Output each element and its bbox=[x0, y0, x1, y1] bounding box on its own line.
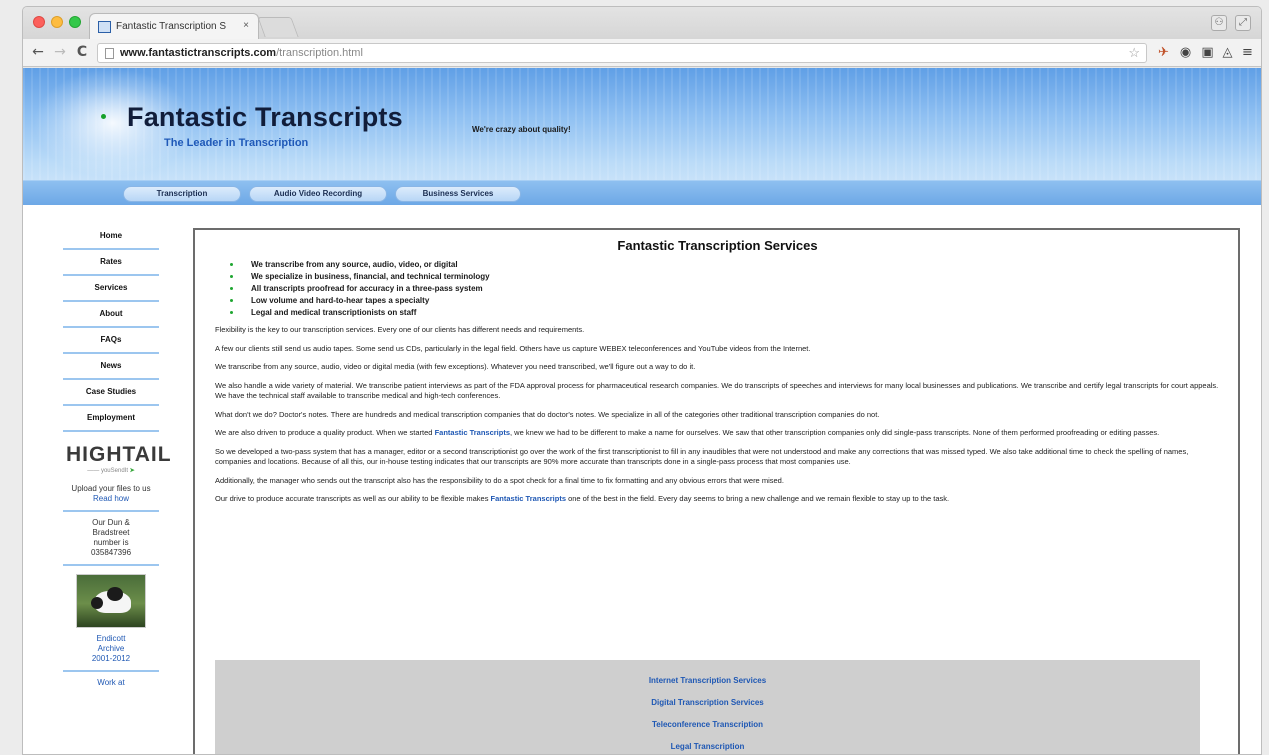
service-link-teleconference[interactable]: Teleconference Transcription bbox=[215, 714, 1200, 736]
feature-list: We transcribe from any source, audio, vi… bbox=[229, 259, 1220, 319]
duns-line-1: Our Dun & bbox=[92, 518, 130, 527]
fullscreen-icon[interactable]: ⤢ bbox=[1235, 15, 1251, 31]
archive-link-line-1[interactable]: Endicott bbox=[45, 634, 177, 644]
nav-tab-audio-video-recording[interactable]: Audio Video Recording bbox=[249, 186, 387, 202]
profile-icon[interactable]: ⚇ bbox=[1211, 15, 1227, 31]
bookmark-star-icon[interactable]: ☆ bbox=[1128, 45, 1140, 61]
extension-shield-icon[interactable]: ◬ bbox=[1219, 44, 1236, 61]
paragraph-drive-text-a: Our drive to produce accurate transcript… bbox=[215, 494, 491, 503]
back-button[interactable]: ← bbox=[29, 43, 47, 61]
reload-button[interactable]: C bbox=[73, 43, 91, 61]
sidebar-divider bbox=[63, 510, 159, 512]
feature-item: All transcripts proofread for accuracy i… bbox=[229, 283, 1220, 295]
feature-item: We transcribe from any source, audio, vi… bbox=[229, 259, 1220, 271]
service-link-internet[interactable]: Internet Transcription Services bbox=[215, 670, 1200, 692]
extension-square-icon[interactable]: ▣ bbox=[1199, 44, 1216, 61]
url-domain: www.fantastictranscripts.com bbox=[120, 47, 277, 59]
fantastic-transcripts-link[interactable]: Fantastic Transcripts bbox=[435, 428, 510, 437]
feature-item: Low volume and hard-to-hear tapes a spec… bbox=[229, 295, 1220, 307]
sidebar-link-case-studies[interactable]: Case Studies bbox=[63, 380, 159, 406]
paragraph-doctors-notes: What don't we do? Doctor's notes. There … bbox=[215, 409, 880, 419]
extension-bird-icon[interactable]: ✈ bbox=[1155, 44, 1172, 61]
paragraph-manager: Additionally, the manager who sends out … bbox=[215, 475, 784, 485]
main-content: Fantastic Transcription Services We tran… bbox=[193, 228, 1240, 754]
hightail-arrow-icon: ➤ bbox=[129, 468, 135, 474]
browser-toolbar: ← → C www.fantastictranscripts.com/trans… bbox=[23, 39, 1261, 67]
forward-button[interactable]: → bbox=[51, 43, 69, 61]
browser-tab[interactable]: Fantastic Transcription S × bbox=[89, 13, 259, 39]
tab-close-icon[interactable]: × bbox=[243, 20, 249, 31]
sidebar-link-about[interactable]: About bbox=[63, 302, 159, 328]
site-title[interactable]: Fantastic Transcripts bbox=[127, 102, 403, 133]
address-bar[interactable]: www.fantastictranscripts.com/transcripti… bbox=[97, 43, 1147, 63]
upload-text: Upload your files to us bbox=[71, 484, 151, 493]
url-path: /transcription.html bbox=[276, 47, 363, 59]
paragraph-drive: Our drive to produce accurate transcript… bbox=[215, 494, 1220, 505]
hightail-sub: —— youSendIt ➤ bbox=[66, 467, 156, 474]
archive-link-line-3[interactable]: 2001-2012 bbox=[45, 654, 177, 664]
sidebar: Home Rates Services About FAQs News Case… bbox=[45, 224, 177, 688]
site-banner: Fantastic Transcripts The Leader in Tran… bbox=[23, 68, 1261, 205]
sidebar-link-faqs[interactable]: FAQs bbox=[63, 328, 159, 354]
top-nav: Transcription Audio Video Recording Busi… bbox=[23, 180, 1261, 205]
paragraph-quality: We are also driven to produce a quality … bbox=[215, 428, 1220, 439]
site-tagline: We're crazy about quality! bbox=[472, 125, 571, 134]
paragraph-material: We also handle a wide variety of materia… bbox=[215, 380, 1219, 401]
menu-icon[interactable]: ≡ bbox=[1239, 44, 1256, 61]
page-icon bbox=[105, 48, 114, 59]
sidebar-link-news[interactable]: News bbox=[63, 354, 159, 380]
zoom-window-button[interactable] bbox=[69, 16, 81, 28]
page-heading: Fantastic Transcription Services bbox=[617, 238, 818, 253]
tab-bar: Fantastic Transcription S × ⚇ ⤢ bbox=[23, 7, 1261, 39]
hightail-logo: HIGHTAIL bbox=[66, 443, 172, 466]
site-subtitle: The Leader in Transcription bbox=[164, 137, 309, 149]
sidebar-link-home[interactable]: Home bbox=[63, 224, 159, 250]
dog-photo[interactable] bbox=[76, 574, 146, 628]
browser-window: Fantastic Transcription S × ⚇ ⤢ ← → C ww… bbox=[22, 6, 1262, 755]
paragraph-flexibility: Flexibility is the key to our transcript… bbox=[215, 325, 585, 334]
paragraph-quality-text-a: We are also driven to produce a quality … bbox=[215, 428, 435, 437]
sidebar-link-rates[interactable]: Rates bbox=[63, 250, 159, 276]
feature-item: Legal and medical transcriptionists on s… bbox=[229, 307, 1220, 319]
sidebar-link-employment[interactable]: Employment bbox=[63, 406, 159, 432]
sidebar-divider bbox=[63, 564, 159, 566]
work-at-link[interactable]: Work at bbox=[45, 678, 177, 688]
services-links-box: Internet Transcription Services Digital … bbox=[215, 660, 1200, 754]
tab-title: Fantastic Transcription S bbox=[116, 21, 227, 32]
nav-tab-transcription[interactable]: Transcription bbox=[123, 186, 241, 202]
page-viewport: Fantastic Transcripts The Leader in Tran… bbox=[23, 68, 1261, 754]
hightail-sub-text: —— youSendIt bbox=[87, 468, 128, 474]
service-link-digital[interactable]: Digital Transcription Services bbox=[215, 692, 1200, 714]
nav-tab-business-services[interactable]: Business Services bbox=[395, 186, 521, 202]
fantastic-transcripts-link[interactable]: Fantastic Transcripts bbox=[491, 494, 566, 503]
new-tab-button[interactable] bbox=[257, 17, 299, 37]
hightail-badge[interactable]: HIGHTAIL —— youSendIt ➤ bbox=[66, 443, 172, 475]
sidebar-link-services[interactable]: Services bbox=[63, 276, 159, 302]
sidebar-divider bbox=[63, 670, 159, 672]
paragraph-sources: We transcribe from any source, audio, vi… bbox=[215, 362, 696, 371]
duns-number: 035847396 bbox=[90, 548, 132, 557]
dog-spot bbox=[91, 597, 103, 609]
title-bullet-icon bbox=[101, 114, 106, 119]
minimize-window-button[interactable] bbox=[51, 16, 63, 28]
paragraph-clients: A few our clients still send us audio ta… bbox=[215, 343, 811, 353]
feature-item: We specialize in business, financial, an… bbox=[229, 271, 1220, 283]
paragraph-quality-text-b: , we knew we had to be different to make… bbox=[510, 428, 1160, 437]
extension-eye-icon[interactable]: ◉ bbox=[1177, 44, 1194, 61]
paragraph-two-pass: So we developed a two-pass system that h… bbox=[215, 446, 1189, 467]
archive-link-line-2[interactable]: Archive bbox=[45, 644, 177, 654]
duns-line-3: number is bbox=[93, 538, 129, 547]
duns-line-2: Bradstreet bbox=[92, 528, 130, 537]
service-link-legal[interactable]: Legal Transcription bbox=[215, 736, 1200, 754]
site-favicon-icon bbox=[98, 21, 111, 33]
close-window-button[interactable] bbox=[33, 16, 45, 28]
read-how-link[interactable]: Read how bbox=[45, 494, 177, 504]
paragraph-drive-text-b: one of the best in the field. Every day … bbox=[566, 494, 950, 503]
dog-head bbox=[107, 587, 123, 601]
